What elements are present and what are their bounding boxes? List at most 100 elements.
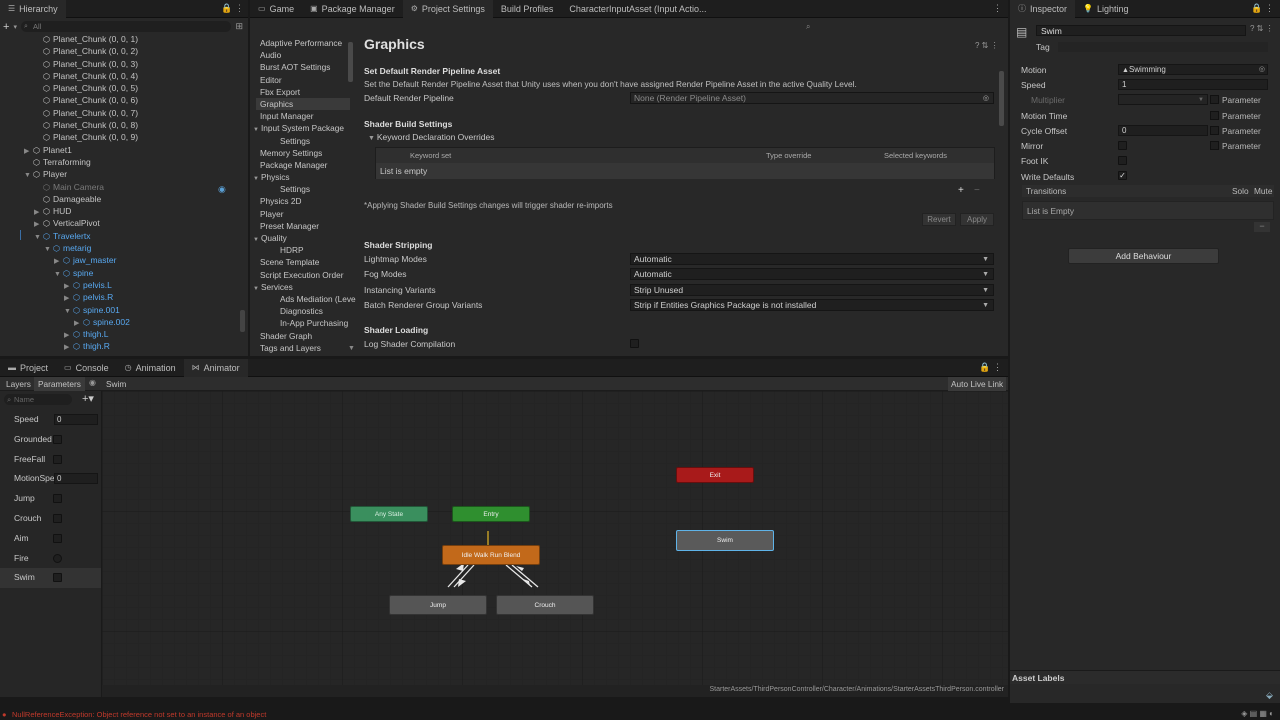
layers-tab[interactable]: Layers	[6, 379, 31, 389]
tab-project-settings[interactable]: ⚙ Project Settings	[402, 0, 493, 18]
eye-icon[interactable]: ◉	[89, 378, 96, 387]
parameter-float-field[interactable]: 0	[54, 473, 98, 485]
hierarchy-scrollbar[interactable]	[240, 310, 245, 332]
settings-category[interactable]: Input Manager	[256, 110, 350, 122]
settings-category[interactable]: Settings	[256, 183, 350, 195]
settings-category[interactable]: Package Manager	[256, 159, 350, 171]
hierarchy-item[interactable]: ▶ ⬡ VerticalPivot	[0, 217, 240, 229]
parameter-bool-checkbox[interactable]	[53, 494, 62, 504]
state-name-input[interactable]: Swim	[1036, 25, 1246, 36]
strip-row-dropdown[interactable]: Automatic ▼	[630, 268, 994, 280]
cycle-offset-field[interactable]: 0	[1118, 125, 1208, 136]
parameter-row[interactable]: Jump	[0, 489, 101, 509]
foldout-icon[interactable]: ▼	[253, 176, 259, 182]
parameter-bool-checkbox[interactable]	[53, 434, 62, 444]
hierarchy-item[interactable]: ▼ ⬡ Player	[0, 168, 240, 180]
error-message[interactable]: NullReferenceException: Object reference…	[12, 710, 266, 719]
add-behaviour-button[interactable]: Add Behaviour	[1068, 248, 1219, 264]
strip-row-dropdown[interactable]: Strip Unused ▼	[630, 284, 994, 296]
parameter-row[interactable]: Aim	[0, 529, 101, 549]
hierarchy-item[interactable]: ⬡ Main Camera	[0, 181, 240, 193]
settings-category[interactable]: Settings	[256, 135, 350, 147]
tab-console[interactable]: ▭ Console	[56, 359, 117, 377]
hierarchy-item[interactable]: ▶⬡model	[0, 353, 240, 356]
error-icon[interactable]: ●	[2, 710, 7, 719]
settings-category[interactable]: Physics 2D	[256, 195, 350, 207]
asset-labels-bar[interactable]: Asset Labels	[1010, 670, 1280, 684]
tab-inspector[interactable]: ⓘ Inspector	[1010, 0, 1076, 18]
hierarchy-item[interactable]: ⬡ Planet_Chunk (0, 0, 1)	[0, 33, 240, 45]
hierarchy-item[interactable]: ⬡ Planet_Chunk (0, 0, 5)	[0, 82, 240, 94]
speed-field[interactable]: 1	[1118, 79, 1268, 90]
settings-category[interactable]: Player	[256, 208, 350, 220]
settings-category[interactable]: Tags and Layers	[256, 342, 350, 354]
tab-animation[interactable]: ◷ Animation	[117, 359, 184, 377]
hierarchy-item[interactable]: ⬡ Planet_Chunk (0, 0, 8)	[0, 119, 240, 131]
apply-button[interactable]: Apply	[960, 213, 994, 226]
hierarchy-item[interactable]: ▶ ⬡ pelvis.R	[0, 291, 240, 303]
entry-node[interactable]: Entry	[452, 506, 530, 522]
settings-category[interactable]: Audio	[256, 49, 350, 61]
chevron-down-icon[interactable]: ▾	[13, 23, 17, 31]
settings-category[interactable]: Fbx Export	[256, 86, 350, 98]
motion-field[interactable]: ▲Swimming ◎	[1118, 64, 1268, 75]
add-keyword-button[interactable]: +	[958, 185, 964, 196]
parameter-row[interactable]: FreeFall	[0, 450, 101, 470]
object-picker-icon[interactable]: ◎	[1259, 65, 1265, 75]
parameters-tab[interactable]: Parameters	[34, 377, 85, 391]
revert-button[interactable]: Revert	[922, 213, 956, 226]
hierarchy-item[interactable]: ▶ ⬡ jaw_master	[0, 254, 240, 266]
animator-graph[interactable]	[102, 391, 1008, 697]
inspector-menu-icon[interactable]: 🔒 ⋮	[1251, 3, 1274, 14]
settings-category[interactable]: ▼ Physics	[253, 171, 350, 183]
parameter-bool-checkbox[interactable]	[53, 454, 62, 464]
settings-category[interactable]: Diagnostics	[256, 305, 350, 317]
kdo-foldout[interactable]: ▼ Keyword Declaration Overrides	[368, 132, 495, 142]
hierarchy-item[interactable]: ▶ ⬡ spine.002	[0, 316, 240, 328]
default-rp-field[interactable]: None (Render Pipeline Asset) ◎	[630, 92, 994, 104]
crouch-state-node[interactable]: Crouch	[496, 595, 594, 615]
settings-category[interactable]: Adaptive Performance	[256, 37, 350, 49]
settings-category[interactable]: Burst AOT Settings	[256, 61, 350, 73]
hierarchy-item[interactable]: ⬡ Terraforming	[0, 156, 240, 168]
settings-category[interactable]: ▼ Services	[253, 281, 350, 293]
strip-row-dropdown[interactable]: Automatic ▼	[630, 253, 994, 265]
settings-category[interactable]: HDRP	[256, 244, 350, 256]
cycle-offset-param-checkbox[interactable]	[1210, 126, 1219, 135]
write-defaults-checkbox[interactable]: ✓	[1118, 171, 1127, 180]
category-scrollbar[interactable]	[348, 42, 353, 82]
parameter-row[interactable]: Fire	[0, 549, 101, 569]
hierarchy-item[interactable]: ▶ ⬡ Planet1	[0, 144, 240, 156]
parameter-bool-checkbox[interactable]	[53, 533, 62, 543]
foldout-icon[interactable]: ▼	[253, 127, 259, 133]
parameter-row[interactable]: Grounded	[0, 430, 101, 450]
log-compilation-checkbox[interactable]	[630, 339, 639, 348]
settings-category[interactable]: Ads Mediation (Leve	[256, 293, 356, 305]
hierarchy-item[interactable]: ⬡ Planet_Chunk (0, 0, 9)	[0, 131, 240, 143]
settings-search-input[interactable]: ⌕	[806, 21, 996, 32]
settings-category[interactable]: Scene Template	[256, 256, 350, 268]
swim-state-node[interactable]: Swim	[676, 530, 774, 551]
tab-animator[interactable]: ⋈ Animator	[183, 358, 248, 377]
parameter-float-field[interactable]: 0	[54, 414, 98, 425]
remove-transition-button[interactable]: −	[1254, 222, 1270, 232]
settings-category[interactable]: Editor	[256, 74, 350, 86]
multiplier-dropdown[interactable]: ▼	[1118, 94, 1208, 105]
parameter-trigger-toggle[interactable]	[53, 553, 62, 563]
add-param-button[interactable]: +▾	[82, 392, 94, 405]
remove-keyword-button[interactable]: −	[974, 185, 980, 196]
collapsed-arrow-icon[interactable]: ▶	[44, 355, 53, 356]
hierarchy-item[interactable]: ▶ ⬡ thigh.R	[0, 340, 240, 352]
help-icon[interactable]: ? ⇅ ⋮	[975, 41, 999, 50]
hierarchy-search-input[interactable]: ⌕ All	[20, 21, 232, 32]
settings-category[interactable]: In-App Purchasing	[256, 317, 350, 329]
multiplier-param-checkbox[interactable]	[1210, 95, 1219, 104]
settings-category[interactable]: Shader Graph	[256, 330, 350, 342]
settings-category[interactable]: ▼ Input System Package	[253, 122, 350, 134]
strip-row-dropdown[interactable]: Strip if Entities Graphics Package is no…	[630, 299, 994, 311]
settings-scrollbar[interactable]	[999, 71, 1004, 126]
settings-category[interactable]: Memory Settings	[256, 147, 350, 159]
settings-category[interactable]: Graphics	[256, 97, 350, 111]
object-picker-icon[interactable]: ◎	[983, 93, 989, 104]
tag-field[interactable]	[1058, 42, 1268, 52]
